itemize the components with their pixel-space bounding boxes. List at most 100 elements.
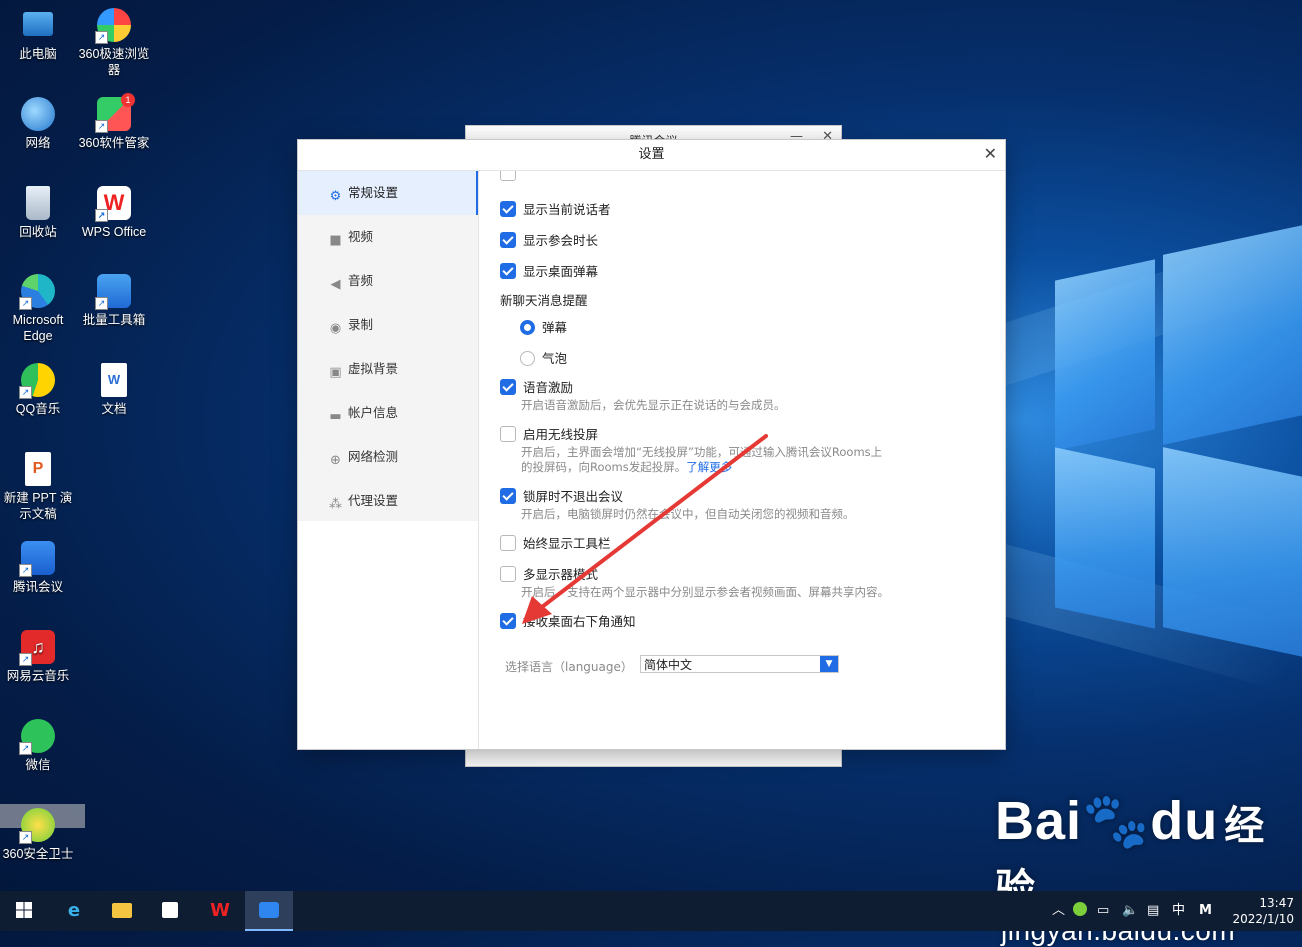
- nav-general-settings[interactable]: ⚙ 常规设置: [298, 171, 478, 215]
- dialog-title: 设置: [298, 140, 1005, 171]
- checkbox[interactable]: [500, 232, 516, 248]
- always-toolbar-option[interactable]: 始终显示工具栏: [500, 533, 611, 552]
- option-label: 弹幕: [542, 320, 568, 335]
- nav-label: 帐户信息: [348, 405, 399, 420]
- taskbar-store[interactable]: [146, 891, 194, 931]
- multi-display-option[interactable]: 多显示器模式: [500, 564, 598, 583]
- desktop-icon-360-browser[interactable]: ↗ 360极速浏览器: [78, 8, 150, 78]
- ime-mode[interactable]: M: [1199, 891, 1212, 931]
- checkbox[interactable]: [500, 488, 516, 504]
- speaker-icon: ◀: [330, 277, 341, 292]
- wps-icon: W: [210, 900, 230, 921]
- checkbox[interactable]: [500, 263, 516, 279]
- lock-screen-option[interactable]: 锁屏时不退出会议: [500, 486, 623, 505]
- desktop-icon-tencent-meeting[interactable]: ↗ 腾讯会议: [2, 541, 74, 595]
- desktop-icon-this-pc[interactable]: 此电脑: [2, 8, 74, 62]
- option-label: 锁屏时不退出会议: [523, 489, 624, 504]
- voice-motivation-option[interactable]: 语音激励: [500, 377, 573, 396]
- desktop-icon-label: 腾讯会议: [12, 580, 63, 594]
- taskbar-tencent-meeting[interactable]: [245, 891, 293, 931]
- taskbar: e W ︿ ▭ 🔈 ▤ 中 M 13:47 2022/1/10: [0, 891, 1302, 931]
- nav-audio[interactable]: ◀ 音频: [298, 259, 478, 303]
- chat-bubble-radio[interactable]: 气泡: [520, 348, 567, 367]
- video-icon: ■: [329, 233, 342, 248]
- desktop-icon-wps[interactable]: W ↗ WPS Office: [78, 186, 150, 240]
- toolbox-icon: ↗: [95, 274, 131, 310]
- nav-record[interactable]: ◉ 录制: [298, 303, 478, 347]
- nav-account-info[interactable]: ▬ 帐户信息: [298, 391, 478, 435]
- checkbox[interactable]: [500, 379, 516, 395]
- show-danmaku-option[interactable]: 显示桌面弹幕: [500, 261, 598, 280]
- partial-hidden-option: [500, 171, 523, 181]
- radio-button[interactable]: [520, 351, 535, 366]
- taskbar-file-explorer[interactable]: [98, 891, 146, 931]
- checkbox[interactable]: [500, 201, 516, 217]
- option-label: 始终显示工具栏: [523, 536, 611, 551]
- show-duration-option[interactable]: 显示参会时长: [500, 230, 598, 249]
- desktop-icon-document[interactable]: W 文档: [78, 363, 150, 417]
- notification-icon[interactable]: ▤: [1147, 891, 1159, 931]
- ime-language[interactable]: 中: [1172, 891, 1185, 931]
- desktop-icon-wechat[interactable]: ↗ 微信: [2, 719, 74, 773]
- wireless-cast-option[interactable]: 启用无线投屏: [500, 424, 598, 443]
- edge-icon: ↗: [19, 274, 55, 310]
- notification-badge: 1: [121, 93, 135, 107]
- show-hidden-icons-button[interactable]: ︿: [1052, 891, 1065, 931]
- nav-video[interactable]: ■ 视频: [298, 215, 478, 259]
- desktop-icon-label: WPS Office: [81, 225, 147, 239]
- 360-tray-icon[interactable]: [1073, 891, 1087, 931]
- radio-button[interactable]: [520, 320, 535, 335]
- settings-sidebar: ⚙ 常规设置 ■ 视频 ◀ 音频 ◉ 录制 ▣ 虚拟背景 ▬ 帐户信息 ⊕ 网络检测 ⁂ 代理设…: [298, 171, 478, 521]
- close-icon[interactable]: ✕: [984, 144, 997, 163]
- desktop-icon-ppt[interactable]: P 新建 PPT 演示文稿: [2, 452, 74, 522]
- desktop-icon-label: 回收站: [19, 225, 57, 239]
- paw-icon: 🐾: [1082, 791, 1151, 851]
- checkbox[interactable]: [500, 566, 516, 582]
- desktop-icon-network[interactable]: 网络: [2, 97, 74, 151]
- desktop-icon-label: 批量工具箱: [82, 313, 146, 327]
- edge-icon: e: [67, 900, 81, 921]
- show-speaker-option[interactable]: 显示当前说话者: [500, 199, 611, 218]
- desktop-icon-label: 新建 PPT 演示文稿: [3, 491, 73, 521]
- learn-more-link[interactable]: 了解更多: [686, 460, 732, 474]
- desktop-icon-360-software[interactable]: 1 ↗ 360软件管家: [78, 93, 150, 151]
- option-label: 语音激励: [523, 380, 574, 395]
- checkbox[interactable]: [500, 613, 516, 629]
- nav-proxy-settings[interactable]: ⁂ 代理设置: [298, 479, 478, 523]
- checkbox[interactable]: [500, 426, 516, 442]
- folder-icon: [112, 903, 132, 918]
- volume-icon[interactable]: 🔈: [1122, 891, 1138, 931]
- desktop-icon-edge[interactable]: ↗ Microsoft Edge: [2, 274, 74, 344]
- desktop-icon-label: 微信: [25, 758, 51, 772]
- language-select[interactable]: 简体中文 ▼: [640, 655, 839, 673]
- desktop-icon-netease-music[interactable]: ♫ ↗ 网易云音乐: [2, 630, 74, 684]
- qq-music-icon: ↗: [19, 363, 55, 399]
- desktop-icon-360-security[interactable]: ↗ 360安全卫士: [2, 808, 74, 862]
- record-icon: ◉: [329, 321, 342, 336]
- option-label: 气泡: [542, 351, 568, 366]
- recycle-bin-icon: [26, 186, 50, 220]
- option-label: 显示参会时长: [523, 233, 599, 248]
- desktop-icon-toolbox[interactable]: ↗ 批量工具箱: [78, 274, 150, 328]
- desktop-icon-label: 网络: [25, 136, 51, 150]
- desktop-icon-recycle-bin[interactable]: 回收站: [2, 186, 74, 240]
- nav-label: 常规设置: [348, 185, 399, 200]
- nav-virtual-background[interactable]: ▣ 虚拟背景: [298, 347, 478, 391]
- nav-network-check[interactable]: ⊕ 网络检测: [298, 435, 478, 479]
- desktop-icon-qq-music[interactable]: ↗ QQ音乐: [2, 363, 74, 417]
- desktop-icon-label: 360软件管家: [78, 136, 150, 150]
- chat-danmaku-radio[interactable]: 弹幕: [520, 317, 567, 336]
- option-description: 开启后，支持在两个显示器中分别显示参会者视频画面、屏幕共享内容。: [521, 585, 889, 599]
- chevron-down-icon[interactable]: ▼: [820, 656, 838, 672]
- network-icon[interactable]: ▭: [1097, 891, 1109, 931]
- wps-icon: W ↗: [95, 186, 131, 222]
- clock-time: 13:47: [1259, 896, 1294, 910]
- tencent-meeting-icon: ↗: [19, 541, 55, 577]
- taskbar-wps[interactable]: W: [196, 891, 244, 931]
- checkbox[interactable]: [500, 535, 516, 551]
- desktop-notify-option[interactable]: 接收桌面右下角通知: [500, 611, 636, 630]
- start-button[interactable]: [0, 891, 48, 931]
- system-clock[interactable]: 13:47 2022/1/10: [1232, 895, 1294, 927]
- taskbar-edge[interactable]: e: [50, 891, 98, 931]
- network-icon: [21, 97, 55, 131]
